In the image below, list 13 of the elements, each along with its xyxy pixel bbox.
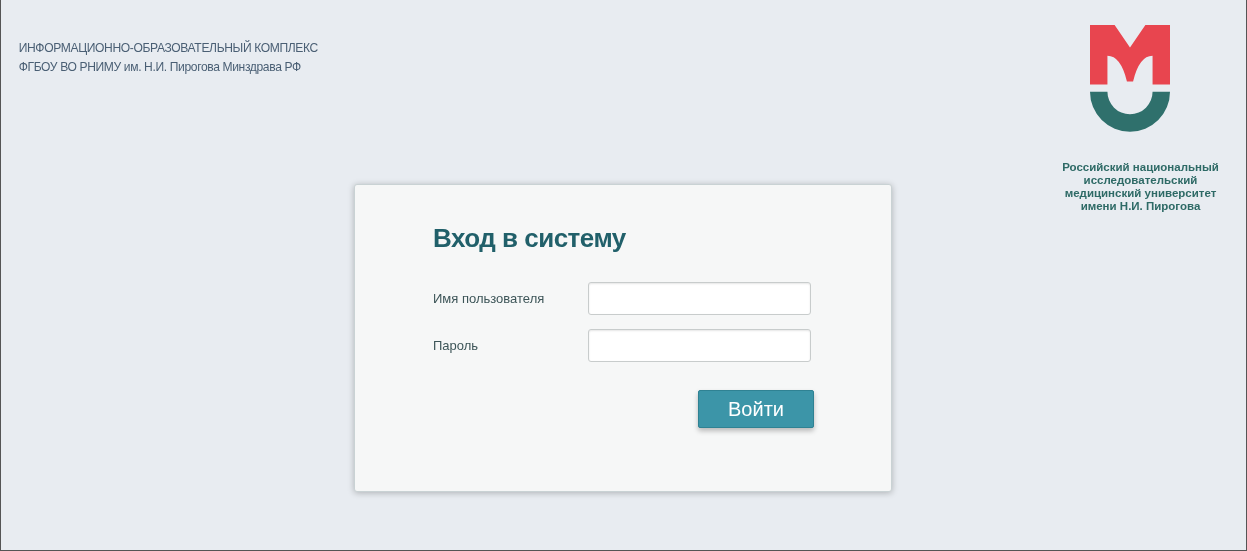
header-text: ИНФОРМАЦИОННО-ОБРАЗОВАТЕЛЬНЫЙ КОМПЛЕКС — [18, 39, 318, 57]
input-field[interactable] — [588, 282, 811, 316]
logo-caption: исследовательский — [1083, 174, 1198, 187]
login-button[interactable]: Войти — [698, 390, 814, 429]
header-text: ФГБОУ ВО РНИМУ им. Н.И. Пирогова Минздрава РФ — [18, 58, 301, 76]
logo-caption: имени Н.И. Пирогова — [1080, 200, 1201, 213]
university-logo-icon — [1089, 25, 1170, 132]
login-title: Вход в систему — [433, 223, 627, 255]
logo-caption: медицинский университет — [1064, 187, 1217, 200]
field-label: Пароль — [433, 336, 480, 355]
field-label: Имя пользователя — [433, 289, 546, 308]
input-field[interactable] — [588, 329, 811, 363]
logo-caption: Российский национальный — [1062, 161, 1219, 174]
